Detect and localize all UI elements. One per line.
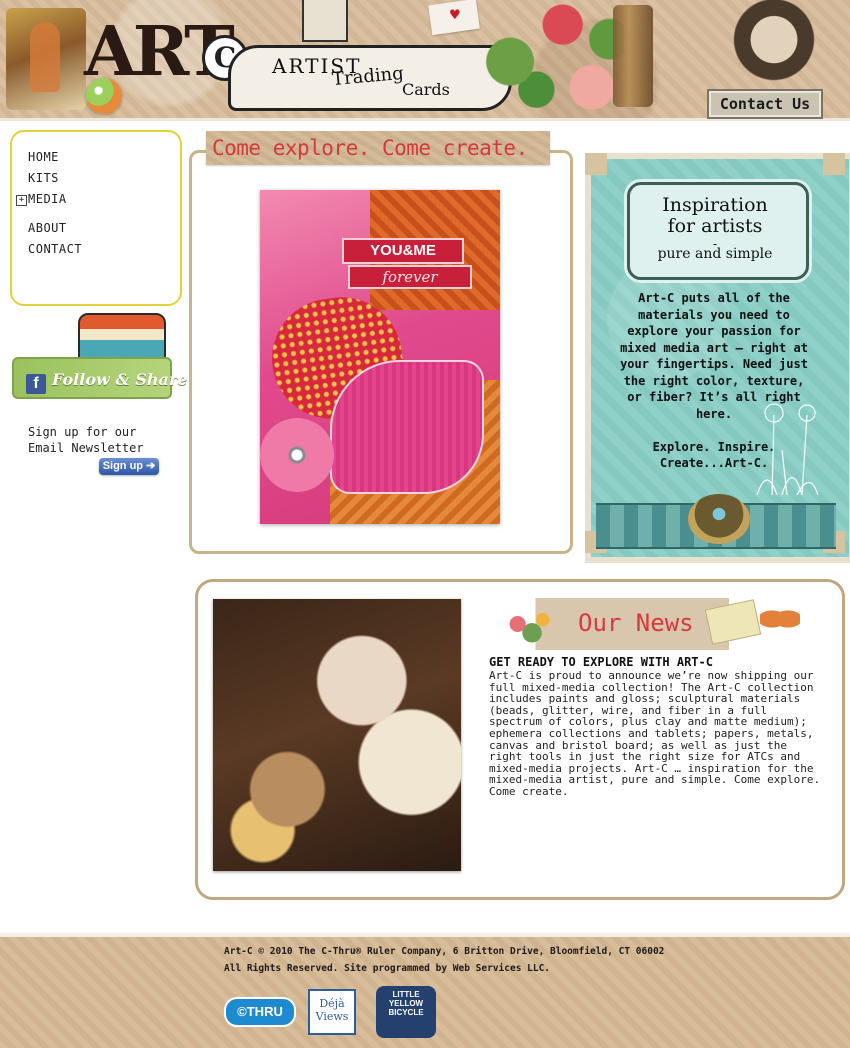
signup-button[interactable]: Sign up ➔ — [99, 458, 159, 475]
inspiration-title: Inspiration for artists — [662, 194, 768, 237]
flowers-bird-ornament — [496, 602, 568, 646]
butterfly-icon — [760, 602, 800, 636]
dandelion-icon — [756, 403, 819, 495]
nav-item-home[interactable]: HOME — [28, 150, 59, 164]
little-yellow-bicycle-logo[interactable]: LITTLE YELLOW BICYCLE — [376, 986, 436, 1038]
roses-collage — [478, 0, 624, 112]
newsletter-text: Sign up for our Email Newsletter — [28, 425, 144, 455]
inspiration-subtitle: pure and simple — [657, 246, 773, 262]
featured-trading-card-image: YOU&ME forever — [260, 190, 500, 524]
vintage-collage-figure — [6, 8, 86, 110]
news-collage-photo — [213, 599, 461, 871]
banner-cards-text: Cards — [402, 80, 450, 99]
facebook-icon[interactable]: f — [26, 374, 46, 394]
bird-nest-icon — [688, 494, 750, 544]
photo-corner — [823, 153, 845, 175]
vintage-portrait — [726, 0, 822, 88]
nav-item-contact[interactable]: CONTACT — [28, 242, 82, 256]
nav-item-kits[interactable]: KITS — [28, 171, 59, 185]
main-nav: HOME KITS + MEDIA ABOUT CONTACT — [10, 130, 182, 306]
nav-item-media[interactable]: MEDIA — [28, 192, 67, 206]
heart-icon: ♥ — [450, 5, 460, 24]
playing-card-king — [302, 0, 348, 42]
photo-corner — [585, 153, 607, 175]
card-label-youandme: YOU&ME — [342, 238, 464, 264]
card-bird-icon — [330, 360, 484, 494]
card-flower-icon — [260, 418, 334, 492]
footer-copyright: Art-C © 2010 The C-Thru® Ruler Company, … — [224, 946, 665, 957]
dejaviews-logo[interactable]: Déjà Views — [308, 989, 356, 1035]
our-news-title: Our News — [578, 609, 694, 637]
expand-plus-icon[interactable]: + — [16, 195, 27, 206]
news-headline: GET READY TO EXPLORE WITH ART-C — [489, 655, 713, 669]
follow-share-label[interactable]: Follow & Share — [52, 370, 188, 389]
card-label-forever: forever — [348, 265, 472, 289]
explore-banner-text: Come explore. Come create. — [212, 136, 528, 160]
cthru-logo[interactable]: ©THRU — [224, 997, 296, 1027]
nav-item-about[interactable]: ABOUT — [28, 221, 67, 235]
contact-us-button[interactable]: Contact Us — [707, 89, 823, 119]
footer-rights: All Rights Reserved. Site programmed by … — [224, 963, 551, 974]
bottle-ornament — [613, 5, 653, 107]
news-body: Art-C is proud to announce we’re now shi… — [489, 669, 821, 798]
